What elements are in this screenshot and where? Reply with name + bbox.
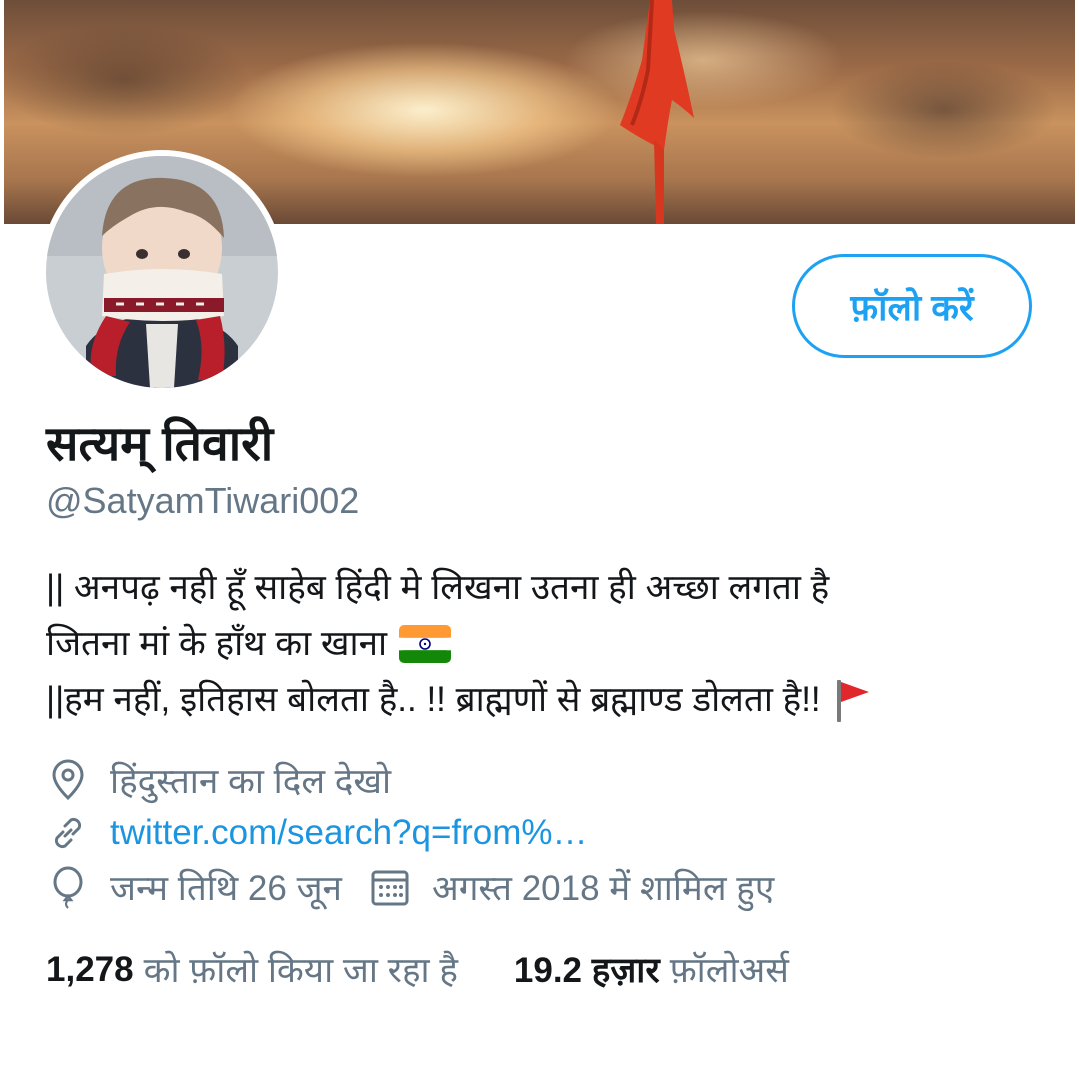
- follow-stats: 1,278 को फ़ॉलो किया जा रहा है 19.2 हज़ार…: [46, 946, 789, 993]
- bio-text-3: ||हम नहीं, इतिहास बोलता है.. !! ब्राह्मण…: [46, 680, 821, 719]
- location-text: हिंदुस्तान का दिल देखो: [110, 761, 392, 801]
- followers-count: 19.2 हज़ार: [513, 951, 660, 990]
- joined-text: अगस्त 2018 में शामिल हुए: [431, 868, 775, 908]
- avatar[interactable]: [40, 150, 284, 394]
- avatar-image: [46, 156, 278, 388]
- bio-line-1: || अनपढ़ नही हूँ साहेब हिंदी मे लिखना उत…: [46, 560, 1036, 616]
- following-count: 1,278: [46, 949, 134, 989]
- bio-line-2: जितना मां के हाँथ का खाना: [46, 616, 1036, 672]
- profile-name: सत्यम् तिवारी: [46, 418, 274, 471]
- india-flag-icon: [399, 625, 452, 663]
- red-flag-icon: [836, 680, 869, 722]
- link-icon: [54, 817, 82, 849]
- follow-button[interactable]: फ़ॉलो करें: [792, 254, 1032, 358]
- bio-text-2: जितना मां के हाँथ का खाना: [46, 624, 388, 663]
- location-row: हिंदुस्तान का दिल देखो: [46, 755, 391, 805]
- birthday-text: जन्म तिथि 26 जून: [110, 868, 342, 908]
- location-pin-icon: [52, 759, 84, 801]
- birthday-joined-row: जन्म तिथि 26 जून अगस्त 2018 में शामिल हु…: [46, 862, 774, 912]
- balloon-icon: [53, 866, 83, 909]
- bio-line-3: ||हम नहीं, इतिहास बोलता है.. !! ब्राह्मण…: [46, 672, 1036, 728]
- followers-label: फ़ॉलोअर्स: [669, 951, 789, 990]
- profile-bio: || अनपढ़ नही हूँ साहेब हिंदी मे लिखना उत…: [46, 560, 1036, 728]
- banner-red-flag: [620, 0, 694, 224]
- website-row: twitter.com/search?q=from%…: [46, 808, 588, 858]
- profile-handle: @SatyamTiwari002: [46, 480, 360, 521]
- following-label: को फ़ॉलो किया जा रहा है: [143, 951, 458, 990]
- website-link[interactable]: twitter.com/search?q=from%…: [110, 813, 588, 853]
- followers-stat[interactable]: 19.2 हज़ार फ़ॉलोअर्स: [514, 946, 789, 993]
- bio-text-1: || अनपढ़ नही हूँ साहेब हिंदी मे लिखना उत…: [46, 568, 830, 607]
- calendar-icon: [371, 870, 409, 906]
- following-stat[interactable]: 1,278 को फ़ॉलो किया जा रहा है: [46, 946, 458, 993]
